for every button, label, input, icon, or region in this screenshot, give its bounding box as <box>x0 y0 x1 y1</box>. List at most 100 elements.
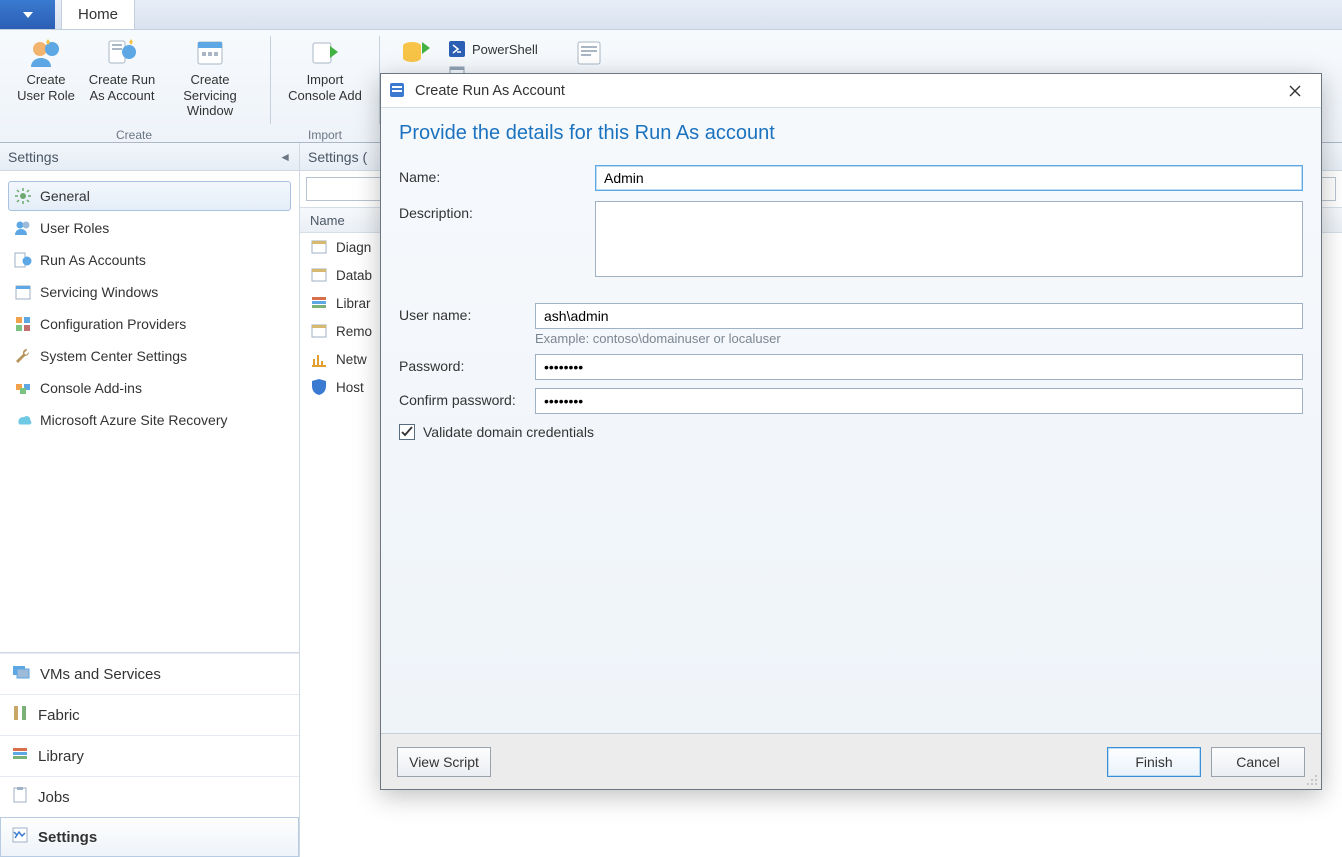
settings-tree-item[interactable]: Microsoft Azure Site Recovery <box>8 405 291 435</box>
ribbon-btn-label: Create Servicing Window <box>164 72 256 119</box>
settings-pane-header: Settings ◄ <box>0 143 299 171</box>
nav-item-label: Library <box>38 748 84 765</box>
fabric-icon <box>12 705 28 725</box>
nav-item[interactable]: Settings <box>0 817 299 857</box>
list-item-label: Diagn <box>336 240 371 255</box>
cloud-icon <box>14 411 32 429</box>
nav-item-label: VMs and Services <box>40 666 161 683</box>
create-user-role-button[interactable]: Create User Role <box>10 34 82 105</box>
menu-strip: Home <box>0 0 1342 30</box>
name-field[interactable] <box>595 165 1303 191</box>
collapse-pane-button[interactable]: ◄ <box>279 150 291 164</box>
users-icon <box>14 219 32 237</box>
cancel-button[interactable]: Cancel <box>1211 747 1305 777</box>
settings-icon <box>12 827 28 847</box>
database-arrow-icon <box>398 36 432 70</box>
calendar-icon <box>193 36 227 70</box>
description-field[interactable] <box>595 201 1303 277</box>
nav-item[interactable]: Jobs <box>0 776 299 817</box>
settings-pane: Settings ◄ General User Roles Run As Acc… <box>0 143 300 857</box>
check-icon <box>401 426 413 438</box>
powershell-button[interactable]: PowerShell <box>442 38 562 60</box>
settings-tree-item[interactable]: Console Add-ins <box>8 373 291 403</box>
settings-tree-label: Configuration Providers <box>40 316 186 332</box>
tab-home[interactable]: Home <box>61 0 135 29</box>
row-icon <box>310 322 328 340</box>
settings-tree-label: User Roles <box>40 220 109 236</box>
shield-icon <box>310 378 328 396</box>
settings-tree-label: Microsoft Azure Site Recovery <box>40 412 228 428</box>
list-item-label: Remo <box>336 324 372 339</box>
close-button[interactable] <box>1275 78 1315 104</box>
username-field[interactable] <box>535 303 1303 329</box>
navigation-list: VMs and Services Fabric Library Jobs Set… <box>0 653 299 857</box>
dialog-title-icon <box>389 82 407 100</box>
nav-item[interactable]: Fabric <box>0 694 299 735</box>
chart-icon <box>310 350 328 368</box>
ribbon-group-label: Import <box>308 128 342 142</box>
list-item-label: Host <box>336 380 364 395</box>
settings-tree-item[interactable]: Configuration Providers <box>8 309 291 339</box>
username-hint: Example: contoso\domainuser or localuser <box>535 331 1303 346</box>
nav-item[interactable]: VMs and Services <box>0 653 299 694</box>
library-icon <box>310 294 328 312</box>
row-icon <box>310 238 328 256</box>
validate-credentials-checkbox[interactable] <box>399 424 415 440</box>
nav-item-label: Settings <box>38 829 97 846</box>
row-icon <box>310 266 328 284</box>
dialog-footer: View Script Finish Cancel <box>381 733 1321 789</box>
settings-pane-title: Settings <box>8 149 59 165</box>
dialog-body: Provide the details for this Run As acco… <box>381 108 1321 733</box>
name-label: Name: <box>399 165 589 185</box>
ribbon-group-label: Create <box>116 128 152 142</box>
ribbon-group-create: Create User Role Create Run As Account C… <box>4 32 264 142</box>
create-run-as-account-button[interactable]: Create Run As Account <box>86 34 158 105</box>
settings-tree-item[interactable]: User Roles <box>8 213 291 243</box>
app-menu-dropdown[interactable] <box>0 0 55 29</box>
wrench-icon <box>14 347 32 365</box>
nav-item[interactable]: Library <box>0 735 299 776</box>
create-servicing-window-button[interactable]: Create Servicing Window <box>162 34 258 121</box>
run-as-icon <box>105 36 139 70</box>
confirm-password-field[interactable] <box>535 388 1303 414</box>
account-icon <box>14 251 32 269</box>
nav-item-label: Fabric <box>38 707 80 724</box>
confirm-password-label: Confirm password: <box>399 388 529 408</box>
validate-credentials-label: Validate domain credentials <box>423 424 594 440</box>
dialog-titlebar[interactable]: Create Run As Account <box>381 74 1321 108</box>
jobs-icon <box>12 787 28 807</box>
settings-tree-label: Console Add-ins <box>40 380 142 396</box>
settings-tree-label: Servicing Windows <box>40 284 158 300</box>
ribbon-separator <box>270 36 271 124</box>
vm-icon <box>12 664 30 684</box>
dialog-title: Create Run As Account <box>415 83 565 99</box>
ribbon-small-label: PowerShell <box>472 42 538 57</box>
username-label: User name: <box>399 303 529 323</box>
ribbon-btn-label: Create Run As Account <box>89 72 155 103</box>
settings-tree-label: General <box>40 188 90 204</box>
settings-tree-item[interactable]: General <box>8 181 291 211</box>
calendar-icon <box>14 283 32 301</box>
user-role-icon <box>29 36 63 70</box>
powershell-icon <box>448 40 466 58</box>
create-run-as-account-dialog: Create Run As Account Provide the detail… <box>380 73 1322 790</box>
settings-tree-item[interactable]: Run As Accounts <box>8 245 291 275</box>
nav-item-label: Jobs <box>38 789 70 806</box>
settings-tree-label: System Center Settings <box>40 348 187 364</box>
gear-icon <box>14 187 32 205</box>
settings-tree-label: Run As Accounts <box>40 252 146 268</box>
ribbon-btn-label: Import Console Add <box>288 72 362 103</box>
password-field[interactable] <box>535 354 1303 380</box>
backup-button[interactable] <box>392 34 438 72</box>
blocks-icon <box>14 315 32 333</box>
import-console-addin-button[interactable]: Import Console Add <box>283 34 367 105</box>
settings-tree-item[interactable]: Servicing Windows <box>8 277 291 307</box>
view-script-button[interactable]: View Script <box>397 747 491 777</box>
settings-tree-item[interactable]: System Center Settings <box>8 341 291 371</box>
settings-tree: General User Roles Run As Accounts Servi… <box>0 171 299 652</box>
dialog-heading: Provide the details for this Run As acco… <box>399 122 1303 145</box>
finish-button[interactable]: Finish <box>1107 747 1201 777</box>
description-label: Description: <box>399 201 589 221</box>
properties-button[interactable] <box>566 34 612 72</box>
properties-icon <box>572 36 606 70</box>
